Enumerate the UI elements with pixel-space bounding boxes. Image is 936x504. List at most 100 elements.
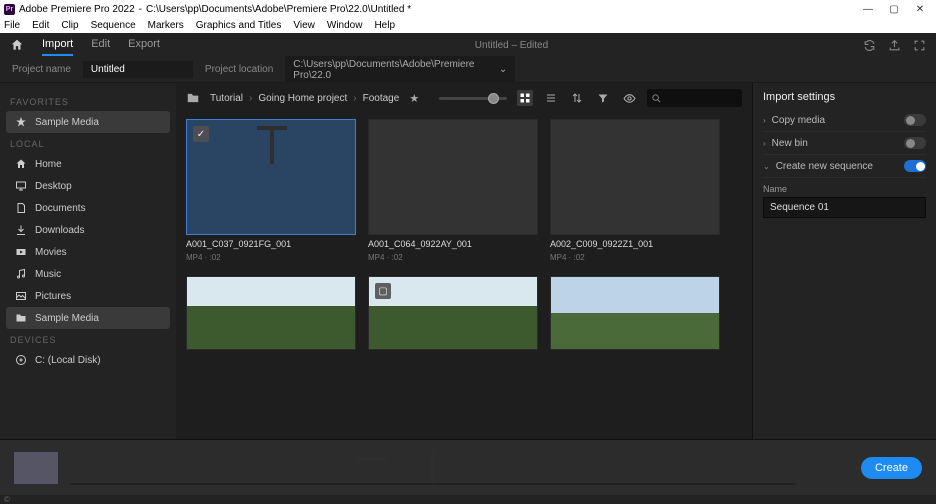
clip-item[interactable]: A001_C064_0922AY_001 MP4 · :02 (368, 119, 538, 262)
project-location-label: Project location (205, 64, 273, 75)
grid-view-button[interactable] (517, 90, 533, 106)
minimize-button[interactable]: — (862, 3, 874, 15)
close-button[interactable]: ✕ (914, 3, 926, 15)
clip-thumbnail[interactable] (550, 276, 720, 350)
menu-sequence[interactable]: Sequence (91, 20, 136, 31)
filter-button[interactable] (595, 90, 611, 106)
clip-grid: ✓A001_C037_0921FG_001MP4 · :02A001_C064_… (176, 113, 752, 439)
sidebar-item-music[interactable]: Music (6, 263, 170, 285)
share-icon[interactable] (888, 39, 901, 52)
menu-file[interactable]: File (4, 20, 20, 31)
sidebar: FAVORITES Sample Media LOCAL Home Desktop… (0, 83, 176, 439)
home-icon[interactable] (10, 38, 24, 52)
clip-meta: MP4 · :02 (368, 253, 538, 262)
menu-view[interactable]: View (293, 20, 315, 31)
project-row: Project name Project location C:\Users\p… (0, 57, 936, 83)
sidebar-item-c-local-disk-[interactable]: C: (Local Disk) (6, 349, 170, 371)
sidebar-item-label: Movies (35, 247, 67, 258)
tray-scrollbar[interactable] (70, 483, 796, 485)
workspace-tab-export[interactable]: Export (128, 34, 160, 56)
fullscreen-icon[interactable] (913, 39, 926, 52)
clip-thumbnail[interactable] (186, 276, 356, 350)
star-icon (14, 116, 27, 128)
sidebar-item-pictures[interactable]: Pictures (6, 285, 170, 307)
browser-header: Tutorial›Going Home project›Footage ★ (176, 83, 752, 113)
sidebar-item-sample-media[interactable]: Sample Media (6, 307, 170, 329)
clip-item[interactable]: ▢ (368, 276, 538, 350)
sidebar-item-label: Downloads (35, 225, 84, 236)
setting-label: New bin (772, 138, 808, 149)
project-location-select[interactable]: C:\Users\pp\Documents\Adobe\Premiere Pro… (285, 56, 515, 84)
folder-icon (14, 312, 27, 324)
sidebar-item-downloads[interactable]: Downloads (6, 219, 170, 241)
title-app: Adobe Premiere Pro 2022 (19, 4, 135, 15)
sidebar-item-label: Sample Media (35, 313, 99, 324)
sidebar-item-label: Documents (35, 203, 86, 214)
workspace-tab-edit[interactable]: Edit (91, 34, 110, 56)
clip-item[interactable]: A002_C009_0922Z1_001MP4 · :02 (550, 119, 720, 262)
clip-item[interactable] (186, 276, 356, 350)
create-button[interactable]: Create (861, 457, 922, 479)
maximize-button[interactable]: ▢ (888, 3, 900, 15)
menu-graphics-and-titles[interactable]: Graphics and Titles (196, 20, 282, 31)
sort-button[interactable] (569, 90, 585, 106)
window-titlebar: Pr Adobe Premiere Pro 2022 - C:\Users\pp… (0, 0, 936, 18)
project-name-input[interactable] (83, 61, 193, 78)
sidebar-item-documents[interactable]: Documents (6, 197, 170, 219)
workspace-tab-import[interactable]: Import (42, 34, 73, 56)
search-input[interactable] (647, 89, 742, 107)
menu-help[interactable]: Help (374, 20, 395, 31)
toggle[interactable] (904, 160, 926, 172)
sidebar-item-home[interactable]: Home (6, 153, 170, 175)
clip-item[interactable] (550, 276, 720, 350)
sidebar-item-sample-media[interactable]: Sample Media (6, 111, 170, 133)
setting-row-create-new-sequence[interactable]: ⌄ Create new sequence (763, 155, 926, 178)
clip-thumbnail[interactable] (368, 119, 538, 235)
sidebar-section-devices: DEVICES (10, 335, 166, 345)
clip-name: A001_C064_0922AY_001 (368, 239, 538, 249)
tray-thumbnail[interactable] (14, 452, 58, 484)
menu-markers[interactable]: Markers (148, 20, 184, 31)
toggle[interactable] (904, 114, 926, 126)
clip-meta: MP4 · :02 (186, 253, 356, 262)
picture-icon (14, 290, 27, 302)
sidebar-item-label: C: (Local Disk) (35, 355, 101, 366)
chevron-icon: ⌄ (763, 162, 770, 171)
clip-thumbnail[interactable]: ✓ (186, 119, 356, 235)
chevron-icon: › (763, 139, 766, 148)
breadcrumb-item[interactable]: Going Home project (258, 93, 347, 104)
setting-row-new-bin[interactable]: › New bin (763, 132, 926, 155)
breadcrumb-item[interactable]: Footage (363, 93, 400, 104)
music-icon (14, 268, 27, 280)
thumbnail-zoom-slider[interactable] (439, 97, 507, 100)
clip-item[interactable]: ✓A001_C037_0921FG_001MP4 · :02 (186, 119, 356, 262)
sidebar-item-movies[interactable]: Movies (6, 241, 170, 263)
eye-icon[interactable] (621, 90, 637, 106)
clip-checkbox[interactable]: ▢ (375, 283, 391, 299)
breadcrumb-item[interactable]: Tutorial (210, 93, 243, 104)
sync-icon[interactable] (863, 39, 876, 52)
menu-clip[interactable]: Clip (61, 20, 78, 31)
setting-label: Create new sequence (776, 161, 873, 172)
sidebar-section-local: LOCAL (10, 139, 166, 149)
sidebar-item-label: Desktop (35, 181, 72, 192)
clip-thumbnail[interactable] (550, 119, 720, 235)
sidebar-section-favorites: FAVORITES (10, 97, 166, 107)
menu-window[interactable]: Window (327, 20, 363, 31)
sidebar-item-label: Music (35, 269, 61, 280)
sidebar-item-desktop[interactable]: Desktop (6, 175, 170, 197)
folder-icon[interactable] (186, 91, 200, 105)
import-settings-panel: Import settings ›Copy media›New bin⌄Crea… (752, 83, 936, 439)
media-browser: Tutorial›Going Home project›Footage ★ (176, 83, 752, 439)
menu-edit[interactable]: Edit (32, 20, 49, 31)
list-view-button[interactable] (543, 90, 559, 106)
download-icon (14, 224, 27, 236)
import-tray: Create (0, 439, 936, 495)
setting-row-copy-media[interactable]: ›Copy media (763, 109, 926, 132)
desktop-icon (14, 180, 27, 192)
sequence-name-input[interactable] (763, 197, 926, 218)
clip-thumbnail[interactable]: ▢ (368, 276, 538, 350)
toggle[interactable] (904, 137, 926, 149)
star-icon[interactable]: ★ (409, 92, 419, 105)
clip-checkbox[interactable]: ✓ (193, 126, 209, 142)
